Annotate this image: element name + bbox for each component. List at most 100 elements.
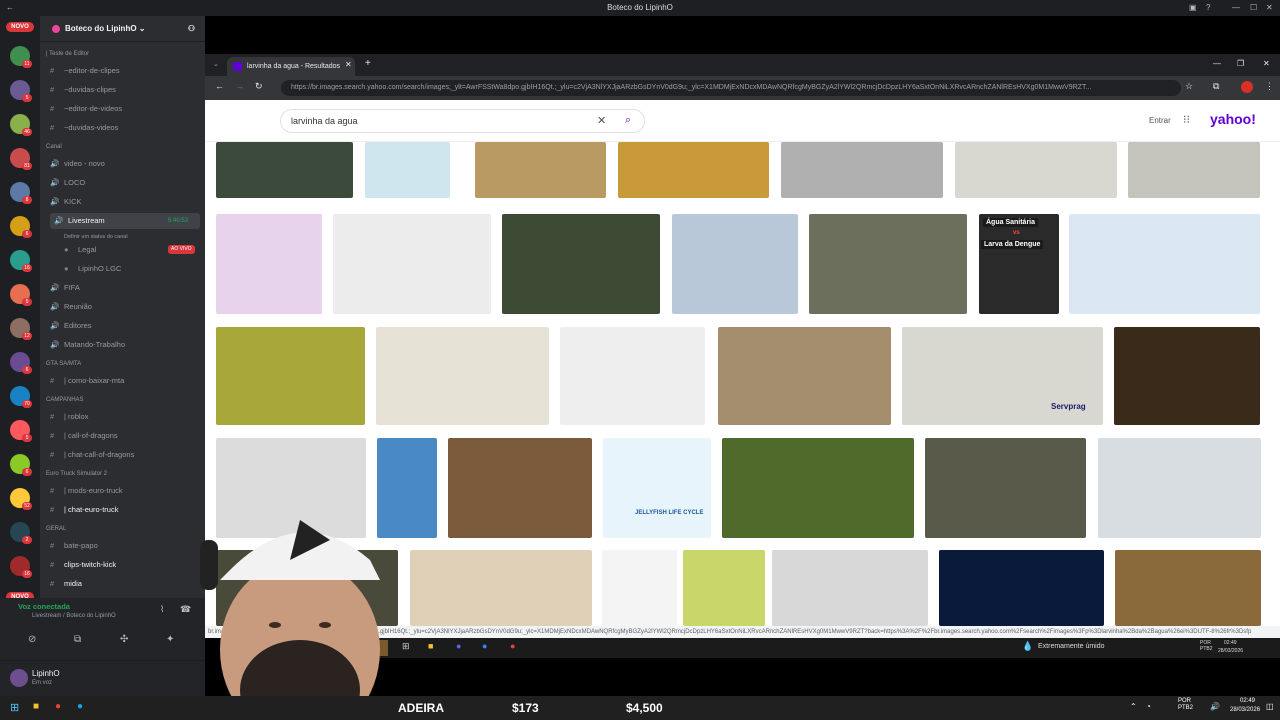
app-icon[interactable]: ●: [482, 641, 487, 651]
extensions-icon[interactable]: ⧉: [1213, 81, 1219, 92]
tab-menu-icon[interactable]: ⌄: [213, 60, 219, 68]
voice-channel[interactable]: 🔊 video - novo: [50, 156, 105, 172]
text-channel[interactable]: # | roblox: [50, 409, 88, 425]
channel-category[interactable]: CAMPANHAS: [46, 397, 84, 403]
image-result[interactable]: [979, 214, 1059, 314]
image-result[interactable]: [683, 550, 765, 626]
browser-close-icon[interactable]: ✕: [1263, 59, 1270, 68]
minimize-icon[interactable]: —: [1232, 3, 1240, 12]
screen-share-icon[interactable]: ⧉: [74, 634, 81, 645]
help-icon[interactable]: ?: [1206, 3, 1210, 12]
image-result[interactable]: [718, 327, 891, 425]
signin-link[interactable]: Entrar: [1149, 116, 1171, 125]
browser-menu-icon[interactable]: ⋮: [1265, 81, 1274, 92]
channel-category[interactable]: | Teste de Editor: [46, 51, 89, 57]
image-result[interactable]: [781, 142, 943, 198]
image-result[interactable]: [216, 327, 365, 425]
image-result[interactable]: [502, 214, 660, 314]
image-result[interactable]: [809, 214, 967, 314]
image-result[interactable]: [448, 438, 592, 538]
voice-channel[interactable]: 🔊 Reunião: [50, 299, 92, 315]
image-result[interactable]: [602, 550, 677, 626]
discord-icon[interactable]: ●: [456, 641, 461, 651]
search-icon[interactable]: ⌕: [625, 114, 631, 127]
image-result[interactable]: [672, 214, 798, 314]
maximize-icon[interactable]: ☐: [1250, 3, 1257, 12]
voice-channel[interactable]: 🔊 Editores: [50, 318, 92, 334]
channel-category[interactable]: GTA SA/MTA: [46, 361, 81, 367]
voice-location[interactable]: Livestream / Boteco do LipinhO: [32, 613, 116, 619]
inner-date[interactable]: 28/03/2026: [1218, 648, 1243, 654]
text-channel[interactable]: # midia: [50, 576, 82, 592]
text-channel[interactable]: # clips-twitch-kick: [50, 557, 116, 573]
image-result[interactable]: [618, 142, 769, 198]
voice-channel[interactable]: 🔊 Livestream 5:40:53: [50, 213, 200, 229]
image-result[interactable]: [722, 438, 914, 538]
start-icon[interactable]: ⊞: [10, 701, 19, 714]
chrome-task-icon[interactable]: ●: [55, 701, 61, 712]
voice-channel[interactable]: 🔊 KICK: [50, 194, 82, 210]
text-channel[interactable]: # | como-baixar-mta: [50, 373, 124, 389]
image-result[interactable]: [1115, 550, 1261, 626]
channel-category[interactable]: GERAL: [46, 526, 66, 532]
image-result[interactable]: [925, 438, 1086, 538]
channel-status-hint[interactable]: Definir um status do canal: [64, 232, 128, 242]
profile-avatar[interactable]: [1241, 81, 1253, 93]
tab-close-icon[interactable]: ✕: [345, 60, 352, 69]
voice-channel[interactable]: 🔊 LOCO: [50, 175, 85, 191]
image-result[interactable]: [603, 438, 711, 538]
close-icon[interactable]: ✕: [1266, 3, 1273, 12]
text-channel[interactable]: # | mods-euro-truck: [50, 483, 123, 499]
voice-channel[interactable]: 🔊 Matando-Trabalho: [50, 337, 125, 353]
yahoo-logo[interactable]: yahoo!: [1210, 111, 1256, 127]
text-channel[interactable]: # ~duvidas-videos: [50, 120, 118, 136]
text-channel[interactable]: # ~editor-de-videos: [50, 101, 122, 117]
add-friend-icon[interactable]: ⚇: [188, 24, 195, 33]
browser-minimize-icon[interactable]: —: [1213, 59, 1221, 68]
notifications-icon[interactable]: ◫: [1266, 702, 1274, 711]
search-box[interactable]: larvinha da agua ✕ ⌕: [280, 109, 645, 133]
camera-icon[interactable]: ⊘: [28, 634, 36, 645]
text-channel[interactable]: # | chat-euro-truck: [50, 502, 118, 518]
volume-icon[interactable]: 🔊: [1210, 702, 1220, 711]
image-result[interactable]: [772, 550, 928, 626]
image-result[interactable]: [1098, 438, 1261, 538]
image-result[interactable]: [1069, 214, 1260, 314]
image-result[interactable]: [410, 550, 592, 626]
taskbar-lang[interactable]: POR PTB2: [1178, 698, 1193, 712]
noise-icon[interactable]: ⌇: [160, 604, 164, 615]
image-result[interactable]: [376, 327, 549, 425]
inbox-icon[interactable]: ▣: [1189, 3, 1197, 12]
explorer-icon[interactable]: ■: [33, 701, 39, 712]
image-result[interactable]: [216, 142, 353, 198]
forward-icon[interactable]: →: [235, 81, 244, 91]
image-result[interactable]: [333, 214, 491, 314]
taskbar-date[interactable]: 28/03/2026: [1230, 707, 1260, 713]
text-channel[interactable]: # ~editor-de-clipes: [50, 63, 120, 79]
back-icon[interactable]: ←: [215, 81, 224, 91]
channel-category[interactable]: Canal: [46, 144, 62, 150]
reload-icon[interactable]: ↻: [255, 81, 263, 92]
image-result[interactable]: [365, 142, 450, 198]
avatar[interactable]: [10, 669, 28, 687]
inner-time[interactable]: 02:49: [1224, 640, 1237, 646]
edge-icon[interactable]: ●: [77, 701, 83, 712]
voice-member[interactable]: ● Legal AO VIVO: [64, 242, 195, 258]
image-result[interactable]: [560, 327, 705, 425]
folder-icon[interactable]: ■: [428, 641, 433, 651]
text-channel[interactable]: # ~duvidas-clipes: [50, 82, 116, 98]
taskbar-time[interactable]: 02:49: [1240, 698, 1255, 704]
activities-icon[interactable]: ✣: [120, 634, 128, 645]
image-result[interactable]: [216, 214, 322, 314]
voice-channel[interactable]: 🔊 FIFA: [50, 280, 80, 296]
channel-category[interactable]: Euro Truck Simulator 2: [46, 471, 107, 477]
voice-member[interactable]: ● LipinhO LGC: [64, 261, 121, 277]
image-result[interactable]: [939, 550, 1104, 626]
browser-tab[interactable]: larvinha da agua - Resultados: [227, 57, 355, 76]
browser-restore-icon[interactable]: ❐: [1237, 59, 1244, 68]
text-channel[interactable]: # bate-papo: [50, 538, 98, 554]
text-channel[interactable]: # | call-of-dragons: [50, 428, 118, 444]
image-result[interactable]: [955, 142, 1117, 198]
image-result[interactable]: [475, 142, 606, 198]
chrome-icon[interactable]: ●: [510, 641, 515, 651]
